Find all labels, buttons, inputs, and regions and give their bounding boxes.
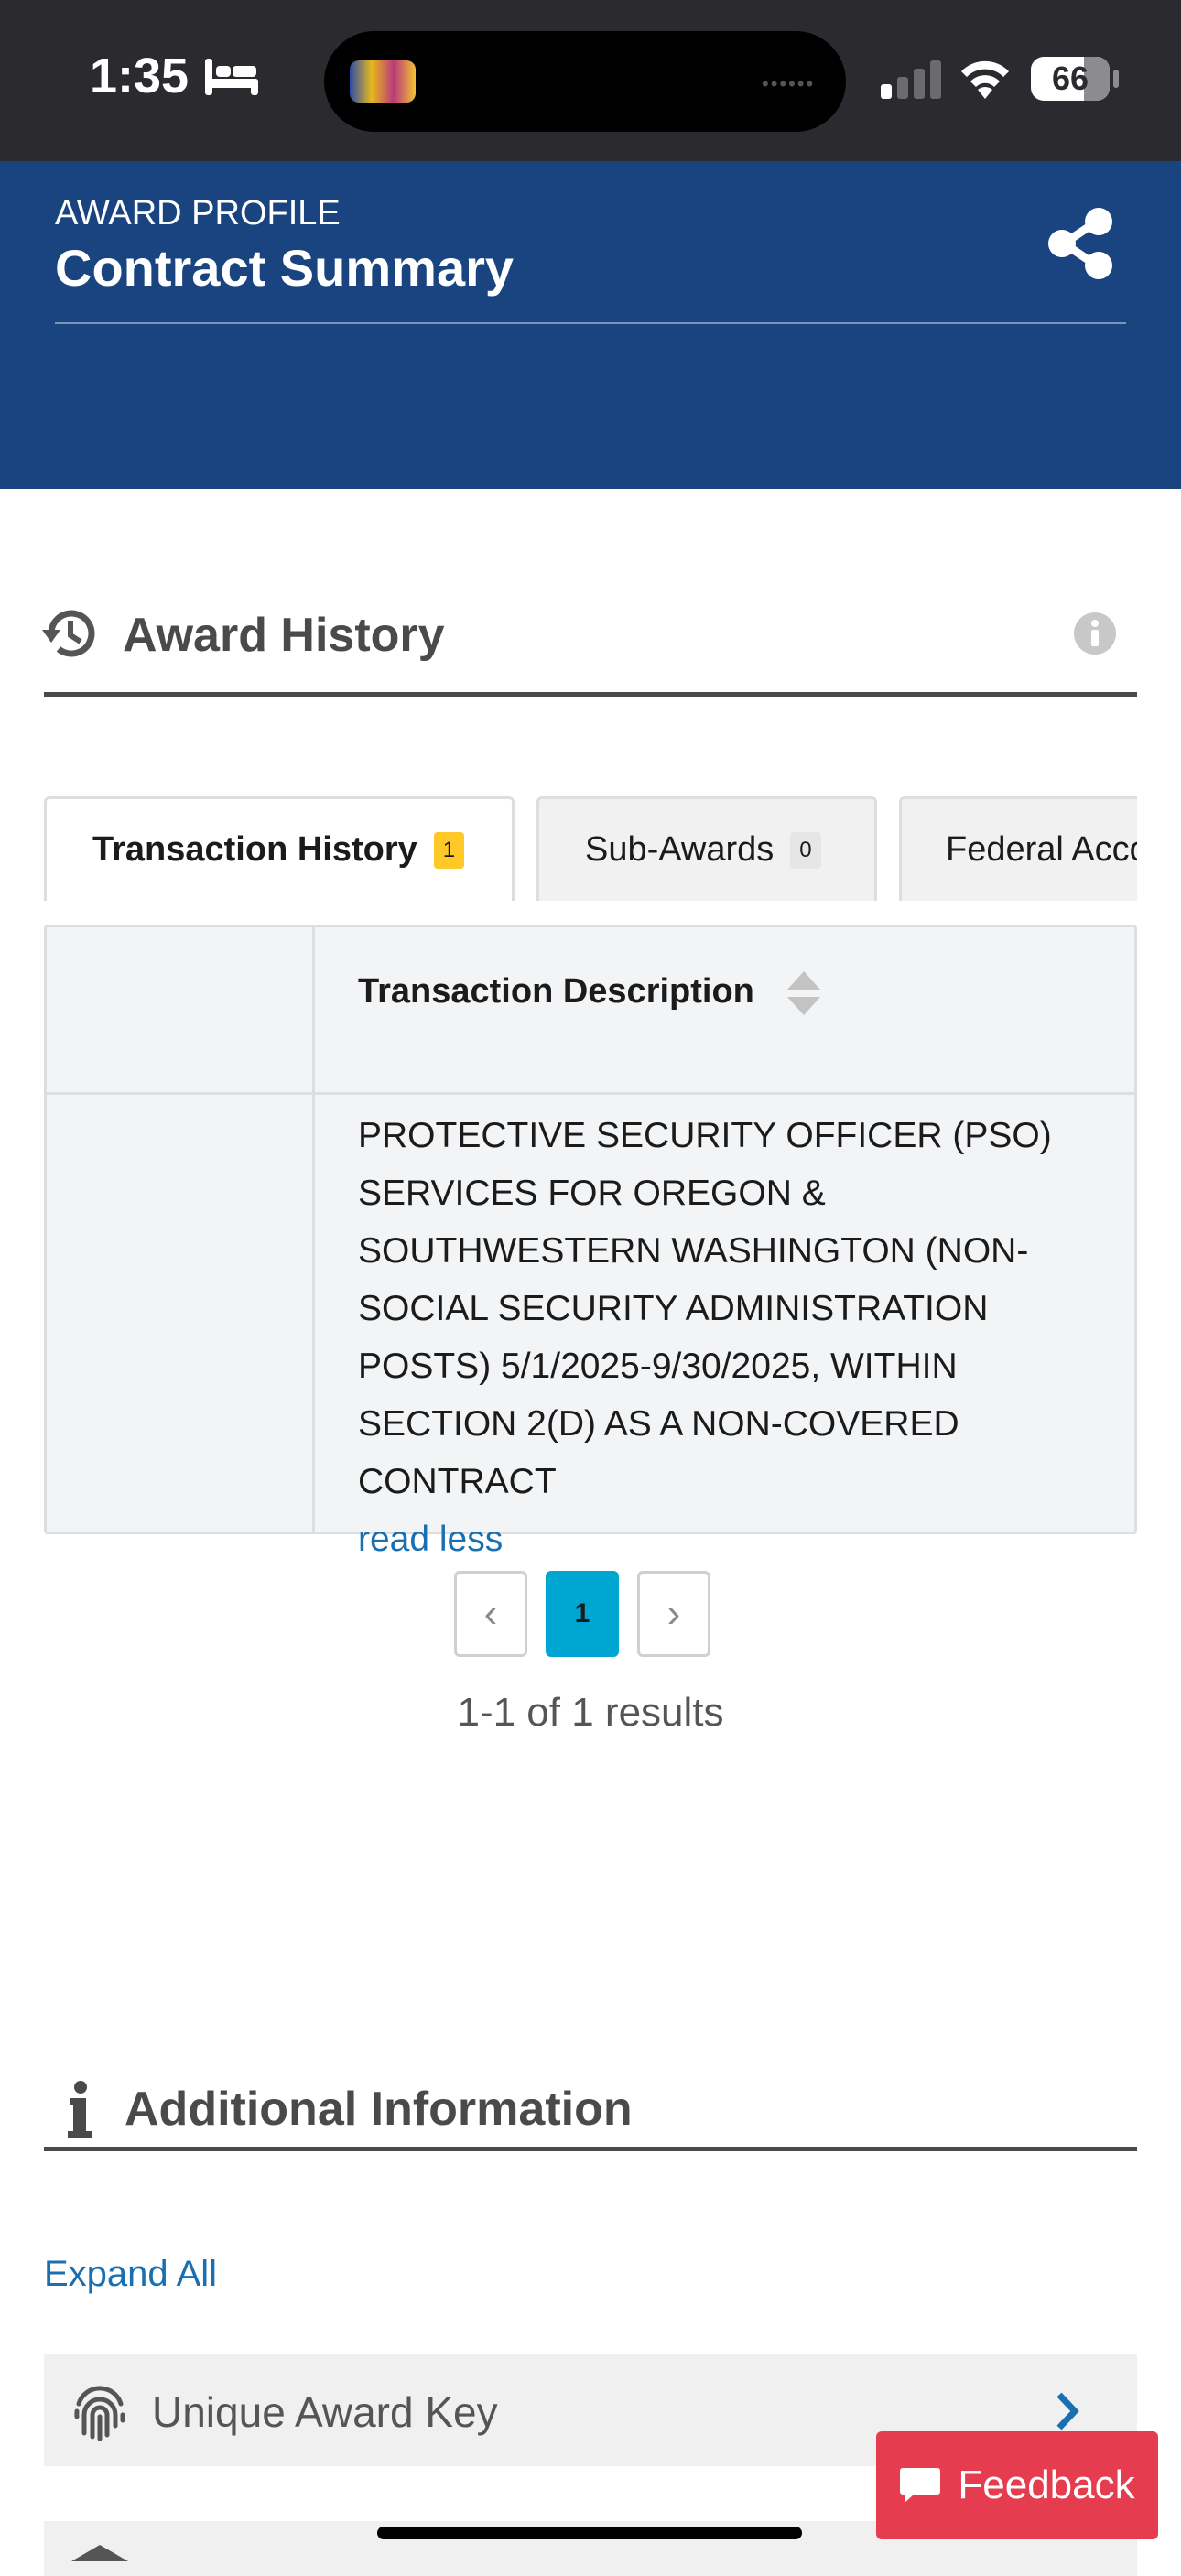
chevron-right-icon: › [666,1591,681,1636]
next-page-button[interactable]: › [637,1571,710,1657]
cellular-signal-icon [881,60,941,99]
chevron-right-icon [1056,2392,1079,2430]
tab-sub-awards[interactable]: Sub-Awards 0 [536,796,877,901]
header-eyebrow: AWARD PROFILE [55,194,341,233]
history-icon [42,610,95,657]
expand-all-link[interactable]: Expand All [44,2254,217,2295]
status-bar: 1:35 •••••• 66 [0,0,1181,161]
now-playing-artwork [350,60,416,103]
share-icon[interactable] [1044,207,1117,280]
chevron-left-icon: ‹ [483,1591,498,1636]
column-divider [312,927,315,1532]
fingerprint-icon [74,2386,125,2441]
battery-level: 66 [1051,60,1089,97]
tab-label: Federal Acco [946,830,1137,869]
additional-information-divider [44,2147,1137,2151]
page-title: Contract Summary [55,239,515,297]
page-header: AWARD PROFILE Contract Summary [0,161,1181,489]
page-1-button[interactable]: 1 [546,1571,619,1657]
status-time: 1:35 [90,49,190,103]
unique-award-key-label: Unique Award Key [152,2388,498,2436]
home-indicator[interactable] [377,2527,802,2539]
transaction-table: Transaction Description PROTECTIVE SECUR… [44,925,1137,1559]
sleep-bed-icon [205,59,258,95]
results-count: 1-1 of 1 results [457,1690,724,1735]
audio-wave-icon: •••••• [762,72,816,95]
prev-page-button[interactable]: ‹ [454,1571,527,1657]
count-badge: 1 [433,831,465,869]
header-divider [55,322,1126,324]
tab-label: Transaction History [92,830,417,869]
award-history-title: Award History [123,609,445,662]
info-icon[interactable] [1073,612,1117,655]
battery-icon: 66 [1031,57,1110,101]
award-history-divider [44,692,1137,697]
tab-federal-account[interactable]: Federal Acco [899,796,1137,901]
row-divider [47,1092,1134,1095]
info-i-icon [68,2081,92,2138]
bank-icon [71,2545,128,2561]
transaction-description: PROTECTIVE SECURITY OFFICER (PSO) SERVIC… [358,1116,1052,1501]
count-badge: 0 [790,831,821,869]
feedback-label: Feedback [958,2462,1135,2507]
tab-transaction-history[interactable]: Transaction History 1 [44,796,515,901]
feedback-button[interactable]: Feedback [876,2431,1158,2539]
read-less-link[interactable]: read less [358,1510,1100,1568]
battery-cap [1113,70,1119,88]
column-header-transaction-description[interactable]: Transaction Description [358,969,822,1017]
wifi-icon [961,60,1009,99]
dynamic-island: •••••• [324,31,846,132]
chat-bubble-icon [900,2468,941,2503]
sort-icon[interactable] [786,969,822,1017]
column-header-label: Transaction Description [358,972,754,1012]
table-row: PROTECTIVE SECURITY OFFICER (PSO) SERVIC… [358,1107,1100,1568]
additional-information-title: Additional Information [125,2083,633,2136]
tab-label: Sub-Awards [585,830,775,869]
